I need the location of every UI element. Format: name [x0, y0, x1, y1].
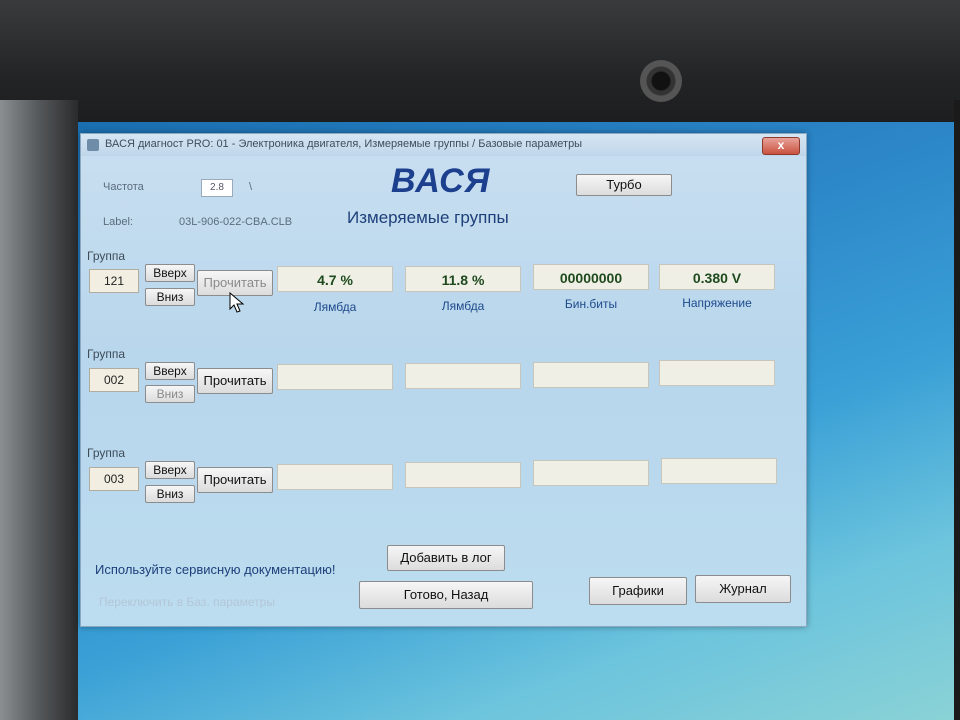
group-3-label: Группа	[87, 446, 126, 460]
group-1-value-3: 00000000	[533, 264, 649, 290]
group-1-caption-3: Бин.биты	[564, 297, 618, 311]
group-2-value-4	[659, 360, 775, 386]
brand-title: ВАСЯ	[391, 162, 491, 200]
group-2-down-button[interactable]: Вниз	[145, 385, 195, 403]
group-2-label: Группа	[87, 347, 126, 361]
group-1-value-4: 0.380 V	[659, 264, 775, 290]
group-2-value-2	[405, 363, 521, 389]
webcam-icon	[640, 60, 682, 102]
group-3-up-button[interactable]: Вверх	[145, 461, 195, 479]
group-3-value-2	[405, 462, 521, 488]
group-1-up-button[interactable]: Вверх	[145, 264, 195, 282]
group-1-label: Группа	[87, 249, 126, 263]
service-doc-note: Используйте сервисную документацию!	[95, 562, 336, 577]
freq-value: 2.8	[201, 179, 233, 197]
group-3-number[interactable]: 003	[89, 467, 139, 491]
group-2-up-button[interactable]: Вверх	[145, 362, 195, 380]
switch-basic-params-label[interactable]: Переключить в Баз. параметры	[99, 595, 275, 609]
freq-label: Частота	[103, 181, 144, 193]
freq-unit: \	[249, 181, 253, 193]
group-1-caption-4: Напряжение	[682, 296, 752, 310]
group-1-value-2: 11.8 %	[405, 266, 521, 292]
group-3-value-1	[277, 464, 393, 490]
group-1-down-button[interactable]: Вниз	[145, 288, 195, 306]
journal-button[interactable]: Журнал	[695, 575, 791, 603]
group-3-down-button[interactable]: Вниз	[145, 485, 195, 503]
label-caption: Label:	[103, 216, 133, 228]
window-title: ВАСЯ диагност PRO: 01 - Электроника двиг…	[105, 138, 583, 150]
laptop-bezel-left	[0, 100, 78, 720]
group-1-caption-2: Лямбда	[441, 299, 485, 313]
close-button[interactable]: x	[762, 137, 800, 155]
group-3-read-button[interactable]: Прочитать	[197, 467, 273, 493]
laptop-bezel-top	[0, 0, 960, 130]
add-to-log-button[interactable]: Добавить в лог	[387, 545, 505, 571]
group-2-value-1	[277, 364, 393, 390]
title-bar[interactable]: ВАСЯ диагност PRO: 01 - Электроника двиг…	[81, 134, 806, 156]
group-3-value-4	[661, 458, 777, 484]
turbo-button[interactable]: Турбо	[576, 174, 672, 196]
group-3-value-3	[533, 460, 649, 486]
charts-button[interactable]: Графики	[589, 577, 687, 605]
group-2-value-3	[533, 362, 649, 388]
group-1-caption-1: Лямбда	[313, 300, 357, 314]
group-2-read-button[interactable]: Прочитать	[197, 368, 273, 394]
group-1-number[interactable]: 121	[89, 269, 139, 293]
mouse-cursor-icon	[229, 292, 245, 313]
label-value: 03L-906-022-CBA.CLB	[179, 216, 293, 228]
done-back-button[interactable]: Готово, Назад	[359, 581, 533, 609]
laptop-bezel-right	[954, 100, 960, 720]
app-window: ВАСЯ диагност PRO: 01 - Электроника двиг…	[80, 133, 807, 627]
group-1-value-1: 4.7 %	[277, 266, 393, 292]
app-icon	[87, 139, 99, 151]
page-subtitle: Измеряемые группы	[347, 208, 509, 227]
group-2-number[interactable]: 002	[89, 368, 139, 392]
